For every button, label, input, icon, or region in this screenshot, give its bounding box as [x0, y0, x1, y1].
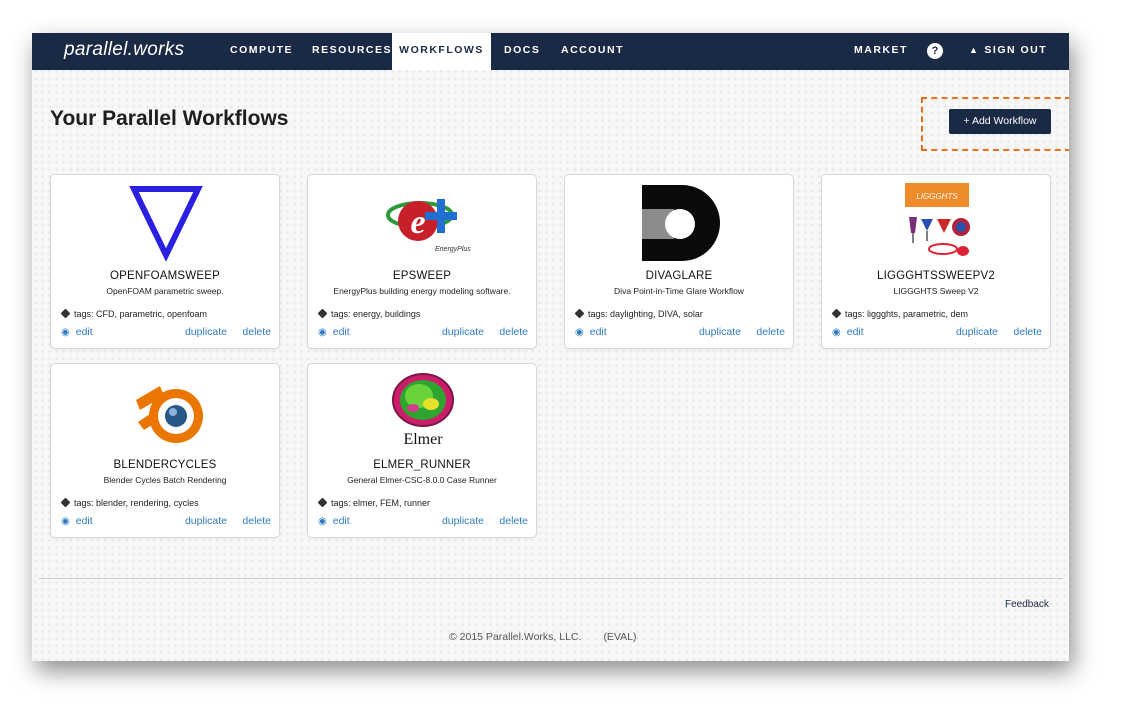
workflow-name: DIVAGLARE: [645, 270, 713, 282]
footer-divider: [39, 578, 1063, 579]
workflow-tags: tags: elmer, FEM, runner: [317, 497, 431, 508]
tag-icon: [574, 308, 585, 319]
delete-link[interactable]: delete: [756, 326, 785, 338]
delete-link[interactable]: delete: [242, 515, 271, 527]
user-icon: ▲: [969, 45, 980, 55]
delete-link[interactable]: delete: [1013, 326, 1042, 338]
workflow-card-epsweep: e EnergyPlus EPSWEEP EnergyPlus building…: [307, 174, 537, 349]
workflow-tags: tags: blender, rendering, cycles: [60, 497, 199, 508]
workflow-description: EnergyPlus building energy modeling soft…: [333, 286, 511, 296]
edit-link[interactable]: ◉ edit: [318, 326, 350, 338]
workflow-name: LIGGGHTSSWEEPV2: [876, 270, 996, 282]
eye-icon: ◉: [832, 327, 841, 338]
workflow-description: Blender Cycles Batch Rendering: [103, 475, 227, 485]
workflow-card-elmer-runner: Elmer ELMER_RUNNER General Elmer-CSC-8.0…: [307, 363, 537, 538]
feedback-link[interactable]: Feedback: [1005, 599, 1049, 610]
workflow-description: General Elmer-CSC-8.0.0 Case Runner: [347, 475, 497, 485]
workflow-card-openfoamsweep: OPENFOAMSWEEP OpenFOAM parametric sweep.…: [50, 174, 280, 349]
workflow-tags: tags: energy, buildings: [317, 308, 421, 319]
delete-link[interactable]: delete: [499, 326, 528, 338]
duplicate-link[interactable]: duplicate: [442, 326, 484, 338]
eye-icon: ◉: [318, 516, 327, 527]
edit-label: edit: [75, 515, 93, 527]
nav-docs[interactable]: DOCS: [504, 33, 540, 70]
eval-label: (EVAL): [603, 631, 637, 643]
workflow-tags: tags: CFD, parametric, openfoam: [60, 308, 208, 319]
sign-out-label: SIGN OUT: [984, 44, 1048, 56]
page-title: Your Parallel Workflows: [50, 107, 289, 130]
tag-icon: [60, 497, 71, 508]
workflow-tags: tags: liggghts, parametric, dem: [831, 308, 969, 319]
edit-link[interactable]: ◉ edit: [61, 515, 93, 527]
edit-label: edit: [332, 515, 350, 527]
tags-text: tags: elmer, FEM, runner: [331, 498, 431, 508]
tags-text: tags: energy, buildings: [331, 309, 421, 319]
tags-text: tags: liggghts, parametric, dem: [845, 309, 969, 319]
duplicate-link[interactable]: duplicate: [699, 326, 741, 338]
edit-label: edit: [846, 326, 864, 338]
eye-icon: ◉: [61, 516, 70, 527]
duplicate-link[interactable]: duplicate: [185, 515, 227, 527]
nav-workflows[interactable]: WORKFLOWS: [392, 33, 491, 70]
tags-text: tags: blender, rendering, cycles: [74, 498, 199, 508]
nav-account[interactable]: ACCOUNT: [561, 33, 624, 70]
edit-link[interactable]: ◉ edit: [61, 326, 93, 338]
workflow-card-divaglare: DIVAGLARE Diva Point-in-Time Glare Workf…: [564, 174, 794, 349]
workflow-name: OPENFOAMSWEEP: [110, 270, 220, 282]
nav-market[interactable]: MARKET: [854, 33, 908, 70]
brand-logo[interactable]: parallel.works: [64, 39, 184, 61]
delete-link[interactable]: delete: [499, 515, 528, 527]
tags-text: tags: CFD, parametric, openfoam: [74, 309, 208, 319]
tag-icon: [317, 308, 328, 319]
top-nav: parallel.works COMPUTE RESOURCES WORKFLO…: [32, 33, 1069, 70]
app-window: parallel.works COMPUTE RESOURCES WORKFLO…: [32, 33, 1069, 661]
nav-compute[interactable]: COMPUTE: [230, 33, 293, 70]
edit-link[interactable]: ◉ edit: [575, 326, 607, 338]
delete-link[interactable]: delete: [242, 326, 271, 338]
energyplus-logo-text: EnergyPlus: [435, 246, 471, 253]
copyright-text: © 2015 Parallel.Works, LLC. (EVAL): [449, 631, 637, 643]
workflow-name: EPSWEEP: [392, 270, 452, 282]
workflow-name: BLENDERCYCLES: [113, 459, 217, 471]
workflow-description: Diva Point-in-Time Glare Workflow: [614, 286, 744, 296]
eye-icon: ◉: [61, 327, 70, 338]
energyplus-logo-icon: e EnergyPlus: [373, 181, 473, 263]
openfoam-logo-icon: [116, 181, 216, 263]
edit-label: edit: [75, 326, 93, 338]
tag-icon: [831, 308, 842, 319]
workflow-card-blendercycles: BLENDERCYCLES Blender Cycles Batch Rende…: [50, 363, 280, 538]
edit-label: edit: [332, 326, 350, 338]
liggghts-logo-text: LIGGGHTS: [916, 192, 958, 201]
copyright-label: © 2015 Parallel.Works, LLC.: [449, 631, 582, 643]
svg-text:e: e: [410, 204, 425, 241]
edit-link[interactable]: ◉ edit: [832, 326, 864, 338]
eye-icon: ◉: [575, 327, 584, 338]
workflow-description: OpenFOAM parametric sweep.: [106, 286, 224, 296]
elmer-logo-icon: Elmer: [373, 370, 473, 452]
add-workflow-button[interactable]: + Add Workflow: [949, 109, 1051, 134]
duplicate-link[interactable]: duplicate: [956, 326, 998, 338]
eye-icon: ◉: [318, 327, 327, 338]
elmer-logo-text: Elmer: [403, 431, 443, 448]
nav-resources[interactable]: RESOURCES: [312, 33, 392, 70]
workflow-card-liggghtssweepv2: LIGGGHTS LIGGGHTSSWEEPV2 LIGGGHTS Sweep …: [821, 174, 1051, 349]
sign-out-link[interactable]: ▲ SIGN OUT: [969, 33, 1047, 70]
edit-link[interactable]: ◉ edit: [318, 515, 350, 527]
workflow-description: LIGGGHTS Sweep V2: [893, 286, 979, 296]
diva-logo-icon: [630, 181, 730, 263]
edit-label: edit: [589, 326, 607, 338]
workflow-name: ELMER_RUNNER: [373, 459, 471, 471]
workflow-tags: tags: daylighting, DIVA, solar: [574, 308, 703, 319]
liggghts-logo-icon: LIGGGHTS: [887, 181, 987, 263]
duplicate-link[interactable]: duplicate: [442, 515, 484, 527]
blender-logo-icon: [116, 370, 216, 452]
duplicate-link[interactable]: duplicate: [185, 326, 227, 338]
tag-icon: [60, 308, 71, 319]
tag-icon: [317, 497, 328, 508]
help-icon[interactable]: ?: [927, 43, 943, 59]
tags-text: tags: daylighting, DIVA, solar: [588, 309, 703, 319]
